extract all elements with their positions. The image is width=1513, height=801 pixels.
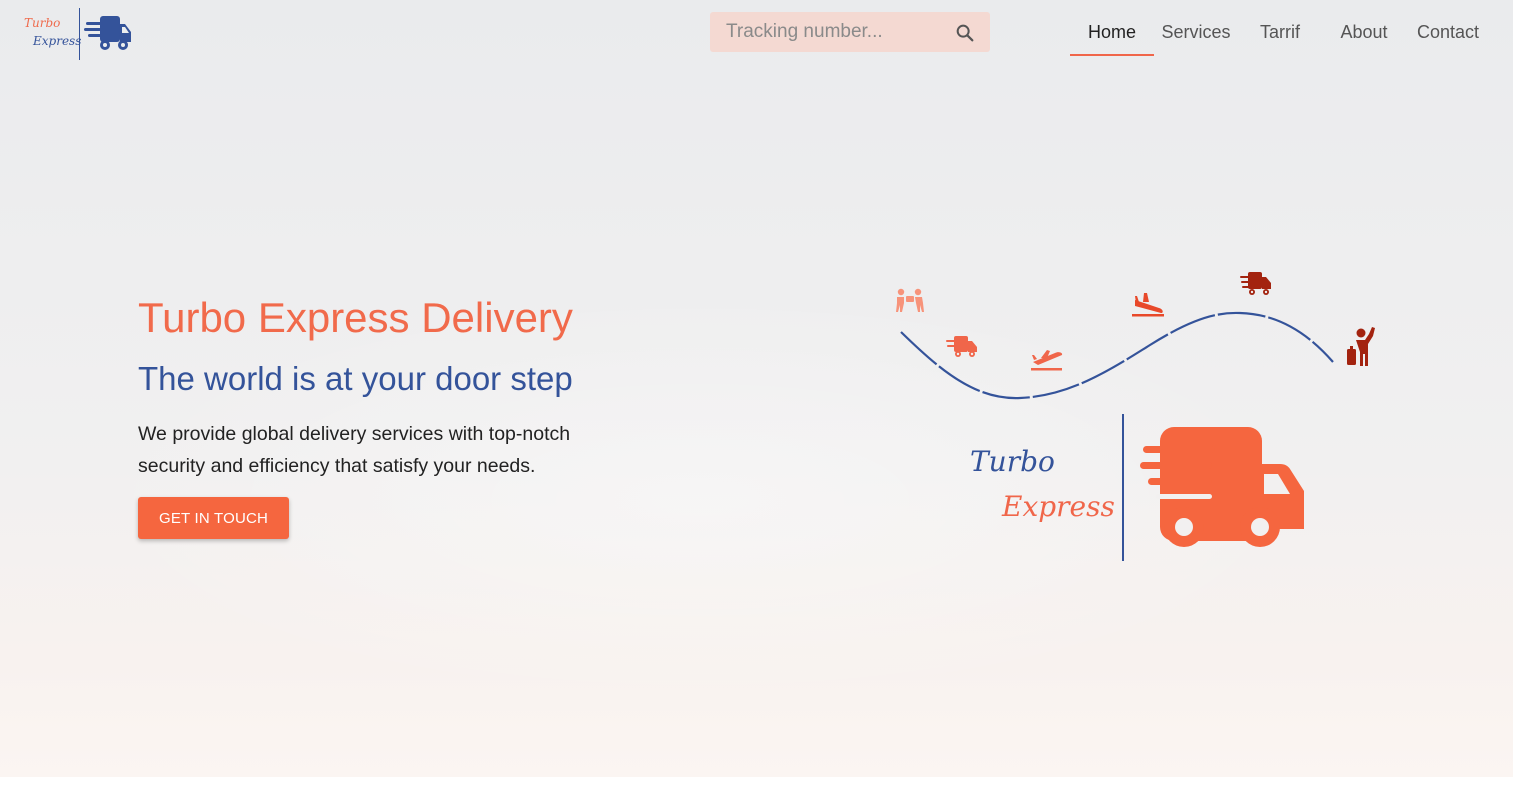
nav-item-home[interactable]: Home bbox=[1070, 12, 1154, 56]
waving-person-icon bbox=[1347, 327, 1375, 366]
page: Turbo Express Tracking number... Home Se… bbox=[0, 0, 1513, 801]
delivery-truck-icon bbox=[84, 16, 131, 50]
nav-item-services[interactable]: Services bbox=[1154, 12, 1238, 54]
page-bottom-strip bbox=[0, 777, 1513, 801]
nav-item-tarrif[interactable]: Tarrif bbox=[1238, 12, 1322, 54]
search-icon[interactable] bbox=[954, 22, 976, 44]
tracking-number-input[interactable] bbox=[710, 12, 946, 52]
delivery-truck-icon bbox=[1240, 272, 1271, 295]
illustration-word-turbo: Turbo bbox=[970, 445, 1055, 478]
nav-item-about[interactable]: About bbox=[1322, 12, 1406, 54]
plane-takeoff-icon bbox=[1031, 350, 1063, 371]
hero-description: We provide global delivery services with… bbox=[138, 423, 571, 477]
logo-word-turbo: Turbo bbox=[24, 16, 61, 30]
logo-word-express: Express bbox=[33, 34, 82, 48]
logo-divider bbox=[79, 8, 80, 60]
hero-title: Turbo Express Delivery bbox=[138, 294, 573, 341]
delivery-truck-icon bbox=[1140, 427, 1304, 547]
illustration-divider bbox=[1122, 414, 1124, 561]
hero-subtitle: The world is at your door step bbox=[138, 360, 573, 397]
tracking-search-box bbox=[710, 12, 990, 52]
delivery-truck-icon bbox=[946, 336, 977, 357]
handshake-icon bbox=[896, 288, 924, 312]
nav-item-contact[interactable]: Contact bbox=[1406, 12, 1490, 54]
route-curve bbox=[900, 311, 1334, 400]
get-in-touch-button[interactable]: GET IN TOUCH bbox=[138, 497, 289, 539]
brand-logo[interactable]: Turbo Express bbox=[22, 8, 134, 62]
illustration-word-express: Express bbox=[1002, 490, 1115, 523]
hero-section: Turbo Express Tracking number... Home Se… bbox=[0, 0, 1513, 777]
plane-landing-icon bbox=[1132, 293, 1164, 317]
